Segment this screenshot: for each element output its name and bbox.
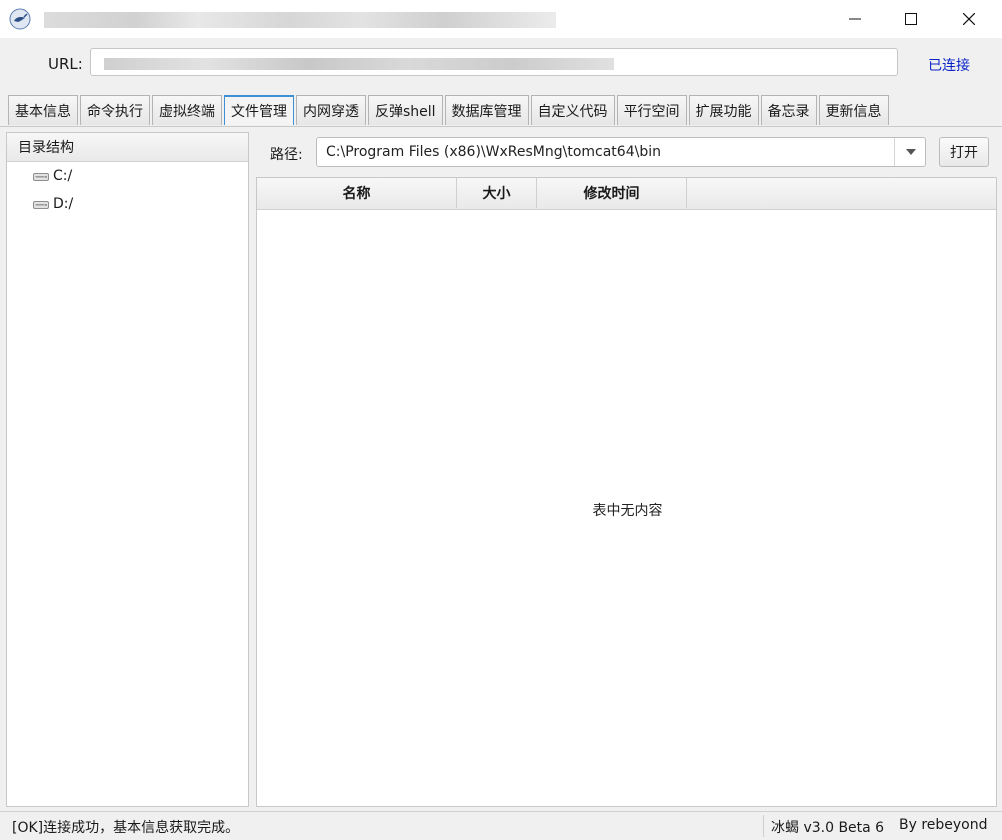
close-button[interactable] [946, 0, 992, 38]
tab-file-manager[interactable]: 文件管理 [224, 95, 294, 125]
title-bar [0, 0, 1002, 38]
tab-bar: 基本信息 命令执行 虚拟终端 文件管理 内网穿透 反弹shell 数据库管理 自… [8, 95, 891, 126]
tab-label: 数据库管理 [451, 103, 522, 120]
tree-item-label: C:/ [53, 168, 73, 184]
tab-label: 扩展功能 [695, 103, 752, 120]
column-header-size[interactable]: 大小 [457, 178, 537, 208]
table-empty-message: 表中无内容 [592, 503, 663, 519]
drive-icon [33, 173, 49, 181]
status-divider [763, 815, 764, 837]
tab-label: 平行空间 [623, 103, 680, 120]
open-button[interactable]: 打开 [939, 137, 989, 167]
close-icon [963, 13, 975, 25]
tab-update-info[interactable]: 更新信息 [818, 95, 889, 125]
status-message: [OK]连接成功，基本信息获取完成。 [12, 820, 240, 836]
path-label: 路径: [270, 147, 303, 163]
combobox-divider [894, 138, 895, 166]
tree-item-drive-c[interactable]: C:/ [7, 162, 248, 190]
tab-label: 备忘录 [767, 103, 810, 120]
tab-virtual-terminal[interactable]: 虚拟终端 [152, 95, 222, 125]
connection-status: 已连接 [928, 58, 970, 74]
tab-label: 内网穿透 [303, 103, 359, 120]
drive-icon [33, 201, 49, 209]
maximize-icon [905, 13, 917, 25]
minimize-icon [849, 18, 861, 20]
path-row: 路径: C:\Program Files (x86)\WxResMng\tomc… [256, 137, 990, 167]
tab-basic-info[interactable]: 基本信息 [8, 95, 78, 125]
directory-tree-panel: 目录结构 C:/ D:/ [6, 132, 249, 807]
tree-item-label: D:/ [53, 196, 74, 212]
url-label: URL: [48, 55, 83, 73]
maximize-button[interactable] [888, 0, 934, 38]
version-label: 冰蝎 v3.0 Beta 6 [771, 820, 885, 836]
path-combobox[interactable]: C:\Program Files (x86)\WxResMng\tomcat64… [316, 137, 926, 167]
tab-label: 文件管理 [231, 104, 287, 120]
directory-tree-title: 目录结构 [18, 140, 74, 156]
directory-tree-header: 目录结构 [7, 133, 248, 162]
tab-custom-code[interactable]: 自定义代码 [530, 95, 615, 125]
column-header-name[interactable]: 名称 [257, 178, 457, 208]
tab-command-exec[interactable]: 命令执行 [80, 95, 150, 125]
tab-label: 基本信息 [15, 103, 71, 120]
status-bar: [OK]连接成功，基本信息获取完成。 冰蝎 v3.0 Beta 6 By reb… [0, 811, 1002, 840]
path-value[interactable]: C:\Program Files (x86)\WxResMng\tomcat64… [326, 144, 661, 160]
tab-extensions[interactable]: 扩展功能 [688, 95, 759, 125]
tab-database-manager[interactable]: 数据库管理 [444, 95, 529, 125]
url-bar: URL: 已连接 [0, 38, 1002, 92]
tab-label: 虚拟终端 [159, 103, 215, 120]
tab-label: 自定义代码 [537, 103, 608, 120]
scorpion-logo-icon [9, 8, 31, 30]
tab-label: 反弹shell [375, 103, 436, 120]
file-table: 名称 大小 修改时间 表中无内容 [256, 177, 997, 807]
tree-item-drive-d[interactable]: D:/ [7, 190, 248, 218]
window-title-redacted [44, 12, 556, 28]
tab-intranet-tunnel[interactable]: 内网穿透 [296, 95, 366, 125]
column-header-modified-time[interactable]: 修改时间 [537, 178, 687, 208]
chevron-down-icon[interactable] [905, 147, 917, 157]
table-header: 名称 大小 修改时间 [257, 178, 996, 210]
tab-label: 命令执行 [87, 103, 143, 120]
url-input[interactable] [90, 48, 898, 76]
minimize-button[interactable] [832, 0, 878, 38]
tab-memo[interactable]: 备忘录 [760, 95, 817, 125]
tab-parallel-space[interactable]: 平行空间 [616, 95, 687, 125]
author-label: By rebeyond [899, 817, 988, 833]
tab-label: 更新信息 [825, 103, 882, 120]
tab-reverse-shell[interactable]: 反弹shell [368, 95, 443, 125]
tab-strip-divider [0, 126, 1002, 127]
